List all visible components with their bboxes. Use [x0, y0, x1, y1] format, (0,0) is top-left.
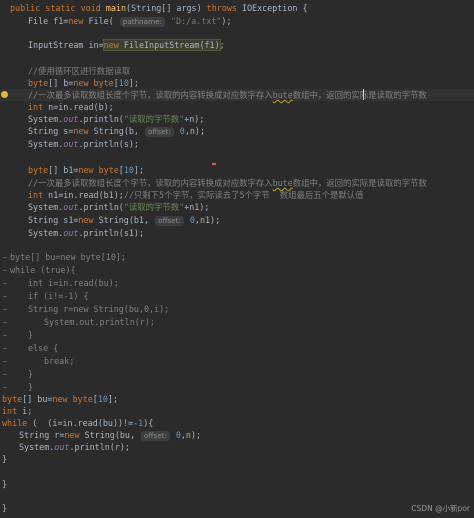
code-comment: while (true){	[10, 265, 76, 275]
code-line[interactable]: String r=new String(bu,0,i);	[0, 303, 474, 315]
code-line-current[interactable]: //一次最多读取数组长度个字节，读取的内容转换成对应数字存入bute数组中，返回…	[0, 89, 474, 101]
code-comment: //使用循环区进行数据读取	[28, 66, 131, 76]
code-line[interactable]: while ( (i=in.read(bu))!=-1){	[0, 417, 474, 429]
code-line[interactable]: System.out.println("读取的字节数"+n1);	[0, 201, 474, 213]
code-line[interactable]: System.out.println(s);	[0, 138, 474, 150]
code-line[interactable]: public static void main(String[] args) t…	[0, 2, 474, 14]
code-text: File f1=new File( pathname: "D:/a.txt");	[28, 16, 232, 27]
code-comment: }	[28, 382, 34, 392]
code-line[interactable]: byte[] b=new byte[10];	[0, 77, 474, 89]
code-comment: String r=new String(bu,0,i);	[28, 304, 170, 314]
code-line[interactable]: }	[0, 329, 474, 341]
code-line[interactable]: System.out.println(s1);	[0, 227, 474, 239]
code-line[interactable]: System.out.println(r);	[0, 316, 474, 328]
code-text: System.out.println(s1);	[28, 228, 144, 238]
code-text: System.out.println("读取的字节数"+n1);	[28, 202, 210, 212]
code-line[interactable]: int n1=in.read(b1);//只剩下5个字节，实际读去了5个字节 数…	[0, 189, 474, 201]
code-line[interactable]: while (true){	[0, 264, 474, 276]
code-line[interactable]: byte[] bu=new byte[10];	[0, 251, 474, 263]
code-comment: //一次最多读取数组长度个字节，读取的内容转换成对应数字存入bute数组中，返回…	[28, 178, 427, 188]
code-text: }	[2, 454, 8, 464]
code-line[interactable]: //一次最多读取数组长度个字节，读取的内容转换成对应数字存入bute数组中，返回…	[0, 177, 474, 189]
code-text: String s=new String(b, offset: 0,n);	[28, 126, 206, 137]
code-editor[interactable]: public static void main(String[] args) t…	[0, 0, 474, 518]
code-line[interactable]: //使用循环区进行数据读取	[0, 65, 474, 77]
code-text: public static void main(String[] args) t…	[10, 3, 308, 13]
parameter-hint: offset:	[144, 127, 174, 137]
code-comment: byte[] bu=new byte[10];	[10, 252, 126, 262]
code-text: System.out.println(r);	[19, 442, 130, 452]
code-text: byte[] b=new byte[10];	[28, 78, 139, 88]
code-line[interactable]: String s1=new String(b1, offset: 0,n1);	[0, 214, 474, 226]
code-line[interactable]: int n=in.read(b);	[0, 101, 474, 113]
parameter-hint: pathname:	[119, 17, 165, 27]
code-line[interactable]: }	[0, 368, 474, 380]
code-line[interactable]: }	[0, 502, 474, 514]
code-line[interactable]: }	[0, 453, 474, 465]
code-text: byte[] bu=new byte[10];	[2, 394, 119, 404]
code-line[interactable]: String r=new String(bu, offset: 0,n);	[0, 429, 474, 441]
code-text: String r=new String(bu, offset: 0,n);	[19, 430, 202, 441]
code-text: while ( (i=in.read(bu))!=-1){	[2, 418, 154, 428]
code-comment: }	[28, 330, 34, 340]
code-line[interactable]: System.out.println(r);	[0, 441, 474, 453]
code-line[interactable]: System.out.println("读取的字节数"+n);	[0, 113, 474, 125]
code-line[interactable]: int i=in.read(bu);	[0, 277, 474, 289]
parameter-hint: offset:	[155, 216, 184, 226]
code-text: InputStream in=new FileInputStream(f1);	[28, 39, 225, 51]
code-text: }	[2, 479, 8, 489]
code-line[interactable]: byte[] b1=new byte[10];	[0, 164, 474, 176]
code-comment: int i=in.read(bu);	[28, 278, 119, 288]
code-line[interactable]: byte[] bu=new byte[10];	[0, 393, 474, 405]
code-line[interactable]: }	[0, 381, 474, 393]
code-text: String s1=new String(b1, offset: 0,n1);	[28, 215, 221, 226]
code-comment: }	[28, 369, 34, 379]
code-text: int i;	[2, 406, 33, 416]
code-text: System.out.println("读取的字节数"+n);	[28, 114, 205, 124]
code-comment: if (i!=-1) {	[28, 291, 89, 301]
code-line[interactable]: break;	[0, 355, 474, 367]
code-comment: System.out.println(r);	[44, 317, 155, 327]
code-line[interactable]: String s=new String(b, offset: 0,n);	[0, 125, 474, 137]
code-text: System.out.println(s);	[28, 139, 139, 149]
code-text: }	[2, 503, 8, 513]
code-line[interactable]: }	[0, 478, 474, 490]
code-line[interactable]: InputStream in=new FileInputStream(f1);	[0, 39, 474, 51]
code-comment: else {	[28, 343, 59, 353]
code-line[interactable]: int i;	[0, 405, 474, 417]
watermark: CSDN @小新por	[411, 504, 470, 513]
parameter-hint: offset:	[141, 431, 170, 441]
code-text: int n=in.read(b);	[28, 102, 114, 112]
code-line[interactable]: File f1=new File( pathname: "D:/a.txt");	[0, 15, 474, 27]
code-line[interactable]: else {	[0, 342, 474, 354]
text-cursor	[363, 89, 364, 100]
code-line[interactable]: if (i!=-1) {	[0, 290, 474, 302]
code-text: int n1=in.read(b1);//只剩下5个字节，实际读去了5个字节 数…	[28, 190, 364, 200]
code-comment: break;	[44, 356, 75, 366]
lightbulb-icon[interactable]	[1, 91, 8, 98]
code-text: byte[] b1=new byte[10];	[28, 165, 145, 175]
